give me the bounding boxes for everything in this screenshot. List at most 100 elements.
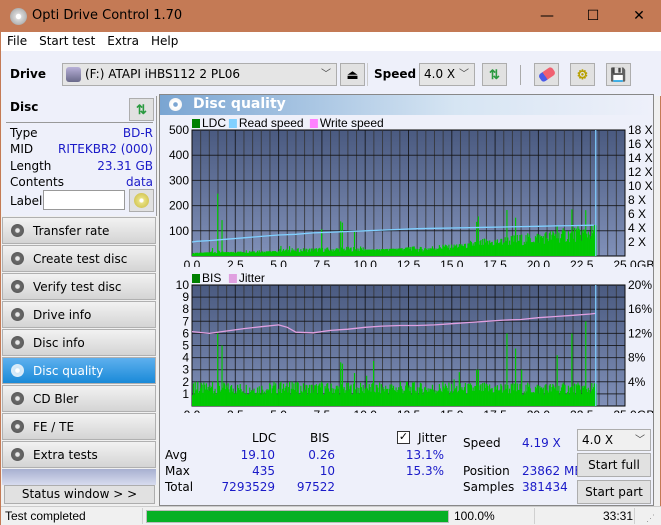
jitter-checkbox[interactable]: ✓ bbox=[397, 431, 410, 444]
eject-button[interactable]: ⏏ bbox=[340, 63, 365, 86]
resize-grip-icon[interactable]: ⋰ bbox=[646, 513, 655, 524]
disc-nav-icon bbox=[11, 420, 24, 433]
refresh-button[interactable]: ⇅ bbox=[482, 63, 507, 86]
legend-swatch bbox=[228, 119, 237, 128]
disc-label-input[interactable] bbox=[43, 190, 125, 210]
menu-start-test[interactable]: Start test bbox=[33, 32, 101, 50]
disc-row-type: Type BD-R bbox=[10, 126, 153, 140]
disc-nav-icon bbox=[11, 280, 24, 293]
test-speed-select[interactable]: 4.0 X ﹀ bbox=[577, 429, 651, 451]
x-tick-label: 0.0 bbox=[184, 258, 201, 267]
menu-extra[interactable]: Extra bbox=[101, 32, 145, 50]
position-label: Position bbox=[463, 464, 510, 478]
y2-tick-label: 18 X bbox=[628, 123, 653, 137]
legend-label: Read speed bbox=[239, 116, 304, 130]
disc-nav-icon bbox=[11, 448, 24, 461]
y-tick-label: 100 bbox=[169, 224, 189, 238]
floppy-disk-icon: 💾 bbox=[610, 67, 627, 82]
legend-swatch bbox=[192, 119, 200, 128]
disc-header: Disc bbox=[10, 100, 39, 114]
nav-create-test-disc[interactable]: Create test disc bbox=[2, 245, 156, 272]
refresh-arrows-icon: ⇅ bbox=[489, 67, 500, 82]
window-title: Opti Drive Control 1.70 bbox=[32, 8, 183, 23]
stats-bis-value: 0.26 bbox=[308, 448, 335, 462]
nav-label: FE / TE bbox=[33, 420, 75, 434]
x-tick-label: 25.0 bbox=[613, 258, 637, 267]
refresh-arrows-icon: ⇅ bbox=[136, 102, 147, 117]
stats-row-label: Max bbox=[165, 464, 190, 478]
nav-drive-info[interactable]: Drive info bbox=[2, 301, 156, 328]
toolbar: Drive (F:) ATAPI iHBS112 2 PL06 ﹀ ⏏ Spee… bbox=[1, 51, 661, 96]
minimize-button[interactable]: — bbox=[524, 1, 570, 32]
nav-disc-quality[interactable]: Disc quality bbox=[2, 357, 156, 384]
title-bar: Opti Drive Control 1.70 — ☐ ✕ bbox=[1, 1, 661, 32]
nav-disc-info[interactable]: Disc info bbox=[2, 329, 156, 356]
disc-row-contents: Contents data bbox=[10, 175, 153, 189]
ldc-bar bbox=[217, 193, 219, 256]
settings-button[interactable]: ⚙ bbox=[570, 63, 595, 86]
status-separator bbox=[142, 508, 143, 524]
nav-extra-tests[interactable]: Extra tests bbox=[2, 441, 156, 468]
progress-fill bbox=[147, 511, 448, 522]
legend-label: LDC bbox=[202, 116, 226, 130]
x-unit-label: GB bbox=[637, 408, 653, 413]
nav-verify-test-disc[interactable]: Verify test disc bbox=[2, 273, 156, 300]
drive-icon bbox=[66, 67, 81, 82]
toolbar-divider bbox=[367, 63, 368, 86]
maximize-button[interactable]: ☐ bbox=[570, 1, 616, 32]
x-tick-label: 2.5 bbox=[227, 408, 244, 413]
status-window-button[interactable]: Status window > > bbox=[4, 485, 155, 504]
disc-icon bbox=[134, 193, 149, 208]
disc-refresh-button[interactable]: ⇅ bbox=[129, 98, 154, 121]
disc-quality-panel: Disc quality 0.0 2.5 5.0 7.5 10.0 12.5 15.0 17.… bbox=[159, 94, 654, 506]
menu-bar: File Start test Extra Help bbox=[1, 32, 661, 51]
app-disc-icon bbox=[10, 8, 27, 25]
disc-row-mid: MID RITEKBR2 (000) bbox=[10, 142, 153, 156]
panel-title: Disc quality bbox=[193, 96, 286, 112]
disc-quality-icon bbox=[169, 98, 182, 111]
nav-label: Verify test disc bbox=[33, 280, 122, 294]
samples-value: 381434 bbox=[522, 480, 568, 494]
speed-select[interactable]: 4.0 X ﹀ bbox=[419, 63, 475, 86]
disc-mid-value: RITEKBR2 (000) bbox=[58, 142, 153, 156]
x-tick-label: 22.5 bbox=[570, 258, 594, 267]
nav-fe-te[interactable]: FE / TE bbox=[2, 413, 156, 440]
drive-label: Drive bbox=[10, 67, 46, 81]
x-tick-label: 0.0 bbox=[184, 408, 201, 413]
legend-swatch bbox=[309, 119, 318, 128]
start-full-button[interactable]: Start full bbox=[577, 453, 651, 477]
disc-contents-value: data bbox=[125, 175, 153, 189]
bis-jitter-chart: 0.0 2.5 5.0 7.5 10.0 12.5 15.0 17.5 20.0 22.5 25.0… bbox=[176, 271, 653, 413]
disc-length-value: 23.31 GB bbox=[97, 159, 153, 173]
menu-file[interactable]: File bbox=[1, 32, 33, 50]
nav-label: Create test disc bbox=[33, 252, 128, 266]
nav-transfer-rate[interactable]: Transfer rate bbox=[2, 217, 156, 244]
drive-select[interactable]: (F:) ATAPI iHBS112 2 PL06 ﹀ bbox=[62, 63, 337, 86]
y2-tick-label: 4 X bbox=[628, 221, 646, 235]
menu-help[interactable]: Help bbox=[145, 32, 184, 50]
nav-label: Extra tests bbox=[33, 448, 98, 462]
nav-label: CD Bler bbox=[33, 392, 79, 406]
start-part-button[interactable]: Start part bbox=[577, 480, 651, 504]
erase-button[interactable] bbox=[534, 63, 559, 86]
disc-nav-icon bbox=[11, 392, 24, 405]
disc-label-button[interactable] bbox=[129, 189, 154, 212]
y2-tick-label: 10 X bbox=[628, 179, 653, 193]
nav-cd-bler[interactable]: CD Bler bbox=[2, 385, 156, 412]
x-tick-label: 17.5 bbox=[483, 258, 507, 267]
close-button[interactable]: ✕ bbox=[616, 1, 661, 32]
disc-nav-icon bbox=[11, 364, 24, 377]
disc-row-length: Length 23.31 GB bbox=[10, 159, 153, 173]
stats-ldc-value: 19.10 bbox=[240, 448, 275, 462]
y-tick-label: 300 bbox=[169, 173, 189, 187]
y-tick-label: 4 bbox=[182, 351, 189, 365]
progress-bar bbox=[146, 510, 449, 523]
chevron-down-icon: ﹀ bbox=[459, 69, 469, 80]
y-tick-label: 400 bbox=[169, 148, 189, 162]
x-tick-label: 17.5 bbox=[483, 408, 507, 413]
x-tick-label: 20.0 bbox=[527, 408, 551, 413]
save-button[interactable]: 💾 bbox=[606, 63, 631, 86]
nav-label: Transfer rate bbox=[33, 224, 110, 238]
x-tick-label: 2.5 bbox=[227, 258, 244, 267]
stats-row-label: Avg bbox=[165, 448, 188, 462]
